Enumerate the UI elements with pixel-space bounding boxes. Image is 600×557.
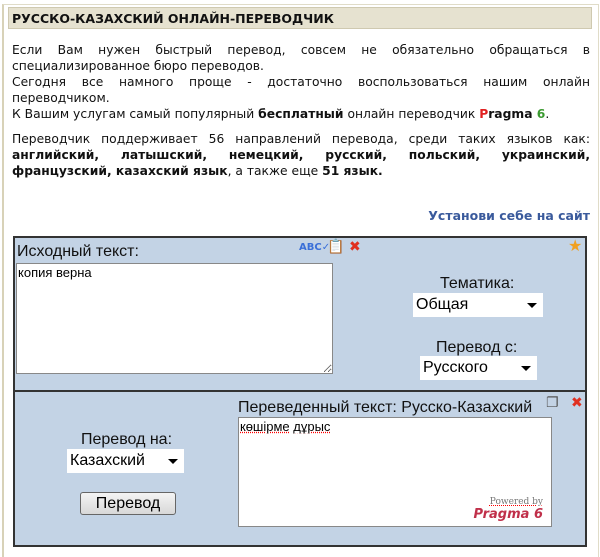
p4-mid: , а также еще [227, 164, 323, 178]
p4-text: Переводчик поддерживает 56 направлений п… [12, 132, 590, 146]
powered-by-logo: Powered by Pragma 6 [473, 497, 543, 522]
clear-icon[interactable]: ✖ [349, 240, 361, 254]
spellcheck-icon[interactable]: ABC✓ [299, 241, 330, 255]
p4-count: 51 язык. [322, 164, 383, 178]
from-language-select[interactable]: Русского [420, 356, 537, 380]
pragma-logo: Pragma 6 [473, 507, 543, 522]
p3-text: К Вашим услугам самый популярный [12, 107, 259, 121]
source-panel: Исходный текст: копия верна ABC✓ 📋 ✖ ★ Т… [13, 236, 587, 392]
source-label: Исходный текст: [17, 243, 139, 260]
brand-p: P [479, 107, 489, 121]
intro-p3: К Вашим услугам самый популярный бесплат… [12, 106, 590, 122]
result-label: Переведенный текст: Русско-Казахский [238, 399, 533, 416]
p3-mid: онлайн переводчик [343, 107, 480, 121]
intro-p4: Переводчик поддерживает 56 направлений п… [12, 131, 590, 179]
topic-label: Тематика: [440, 275, 515, 292]
from-label: Перевод с: [436, 339, 518, 356]
result-output[interactable]: көшірме дұрыс Powered by Pragma 6 [238, 417, 552, 527]
brand-rest: ragma [488, 107, 533, 121]
intro-p1: Если Вам нужен быстрый перевод, совсем н… [12, 43, 590, 73]
topic-select[interactable]: Общая [413, 293, 543, 317]
install-link[interactable]: Установи себе на сайт [428, 208, 590, 223]
brand-num: 6 [532, 107, 546, 121]
copy-icon[interactable]: ❐ [546, 396, 559, 410]
powered-by-text: Powered by [489, 497, 543, 507]
to-language-select[interactable]: Казахский [67, 449, 184, 473]
page-title: РУССКО-КАЗАХСКИЙ ОНЛАЙН-ПЕРЕВОДЧИК [8, 7, 592, 29]
result-word: дұрыс [293, 419, 331, 434]
to-label: Перевод на: [81, 431, 173, 448]
paste-icon[interactable]: 📋 [327, 240, 344, 254]
intro-p2: Сегодня все намного проще - достаточно в… [12, 75, 590, 105]
clear-result-icon[interactable]: ✖ [571, 396, 583, 410]
intro-text: Если Вам нужен быстрый перевод, совсем н… [12, 42, 590, 179]
source-input[interactable]: копия верна [16, 263, 333, 374]
p3-end: . [545, 107, 550, 121]
p3-bold: бесплатный [258, 107, 344, 121]
favorite-star-icon[interactable]: ★ [568, 238, 582, 254]
translate-button[interactable]: Перевод [80, 492, 176, 515]
result-word: көшірме [240, 419, 290, 434]
